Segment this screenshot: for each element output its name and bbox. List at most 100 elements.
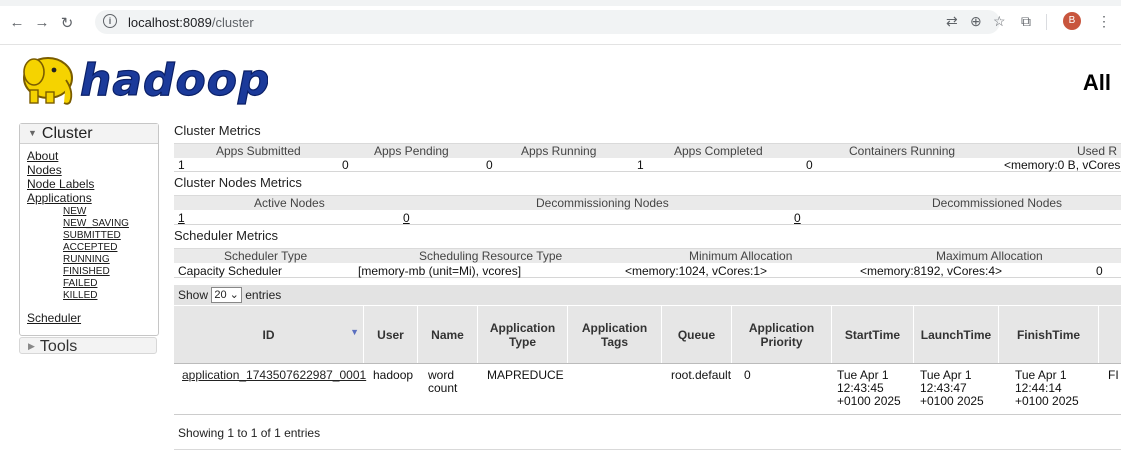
- header-scheduling-resource-type: Scheduling Resource Type: [419, 249, 563, 263]
- application-id-link[interactable]: application_1743507622987_0001: [182, 369, 366, 382]
- page-size-select[interactable]: 20 ⌄: [211, 287, 242, 303]
- value-minimum-allocation: <memory:1024, vCores:1>: [625, 264, 768, 278]
- cluster-metrics-header: Apps Submitted Apps Pending Apps Running…: [174, 143, 1121, 158]
- extensions-icon[interactable]: ⧉: [1021, 13, 1031, 30]
- cell-start-time: Tue Apr 1 12:43:45 +0100 2025: [837, 368, 901, 408]
- reload-icon[interactable]: ↻: [58, 14, 76, 32]
- scheduler-metrics-title: Scheduler Metrics: [174, 228, 279, 243]
- cluster-metrics-title: Cluster Metrics: [174, 123, 261, 138]
- menu-kebab-icon[interactable]: ⋮: [1097, 13, 1111, 30]
- column-header-application-type[interactable]: Application Type: [478, 306, 568, 363]
- sidebar-link-state-failed[interactable]: FAILED: [63, 279, 97, 289]
- bookmark-star-icon[interactable]: ☆: [993, 13, 1006, 30]
- column-header-application-tags[interactable]: Application Tags: [568, 306, 662, 363]
- tab-strip: [0, 0, 1121, 6]
- value-scheduler-type: Capacity Scheduler: [178, 264, 283, 278]
- sidebar-link-state-killed[interactable]: KILLED: [63, 291, 97, 301]
- applications-table-header: ID ▼ User Name Application Type Applicati…: [174, 306, 1121, 364]
- cell-name: word count: [428, 368, 458, 395]
- sidebar-link-nodes[interactable]: Nodes: [27, 164, 62, 176]
- nodes-metrics-header: Active Nodes Decommissioning Nodes Decom…: [174, 195, 1121, 210]
- header-used-resources: Used R: [1077, 144, 1118, 158]
- sort-desc-icon: ▼: [350, 327, 359, 337]
- svg-text:hadoop: hadoop: [80, 55, 268, 106]
- cell-state-partial: FI: [1108, 368, 1119, 382]
- sidebar-link-applications[interactable]: Applications: [27, 192, 92, 204]
- cluster-metrics-row: 1 0 0 1 0 <memory:0 B, vCores: [174, 158, 1121, 172]
- cell-finish-time: Tue Apr 1 12:44:14 +0100 2025: [1015, 368, 1079, 408]
- header-decommissioned-nodes: Decommissioned Nodes: [932, 196, 1063, 210]
- site-info-icon[interactable]: i: [103, 14, 117, 28]
- translate-icon[interactable]: ⇄: [946, 13, 958, 30]
- sidebar-link-node-labels[interactable]: Node Labels: [27, 178, 94, 190]
- cell-user: hadoop: [373, 368, 414, 382]
- value-scheduling-resource-type: [memory-mb (unit=Mi), vcores]: [358, 264, 522, 278]
- cluster-accordion-header[interactable]: ▼ Cluster: [20, 124, 158, 144]
- value-extra: 0: [1096, 264, 1103, 278]
- header-decommissioning-nodes: Decommissioning Nodes: [536, 196, 669, 210]
- sidebar-link-state-new[interactable]: NEW: [63, 207, 86, 217]
- value-used-resources: <memory:0 B, vCores: [1004, 158, 1121, 172]
- sidebar-link-state-submitted[interactable]: SUBMITTED: [63, 231, 121, 241]
- cell-queue: root.default: [671, 368, 732, 382]
- url-text[interactable]: localhost:8089/cluster: [128, 15, 254, 30]
- value-decommissioned-nodes-link[interactable]: 0: [794, 211, 801, 225]
- hadoop-logo[interactable]: hadoop: [18, 50, 270, 108]
- value-decommissioning-nodes-link[interactable]: 0: [403, 211, 410, 225]
- column-header-application-priority[interactable]: Application Priority: [732, 306, 832, 363]
- cell-launch-time: Tue Apr 1 12:43:47 +0100 2025: [920, 368, 984, 408]
- table-bottom-divider: [174, 449, 1121, 450]
- sidebar-link-state-finished[interactable]: FINISHED: [63, 267, 110, 277]
- value-apps-completed: 1: [637, 158, 644, 172]
- cell-priority: 0: [744, 368, 751, 382]
- expanded-triangle-icon: ▼: [28, 128, 37, 138]
- nodes-metrics-row: 1 0 0: [174, 211, 1121, 225]
- value-active-nodes-link[interactable]: 1: [178, 211, 185, 225]
- header-apps-completed: Apps Completed: [674, 144, 763, 158]
- toolbar-divider: [1046, 14, 1047, 30]
- sidebar-link-state-accepted[interactable]: ACCEPTED: [63, 243, 117, 253]
- profile-avatar[interactable]: B: [1063, 12, 1081, 30]
- header-apps-running: Apps Running: [521, 144, 597, 158]
- header-maximum-allocation: Maximum Allocation: [936, 249, 1043, 263]
- column-header-name[interactable]: Name: [418, 306, 478, 363]
- column-header-id[interactable]: ID ▼: [174, 306, 364, 363]
- column-header-finish-time[interactable]: FinishTime: [999, 306, 1099, 363]
- sidebar-link-scheduler[interactable]: Scheduler: [27, 312, 81, 324]
- sidebar-link-state-running[interactable]: RUNNING: [63, 255, 110, 265]
- zoom-icon[interactable]: ⊕: [970, 13, 982, 30]
- table-info-footer: Showing 1 to 1 of 1 entries: [178, 426, 321, 440]
- column-header-launch-time[interactable]: LaunchTime: [914, 306, 999, 363]
- header-apps-pending: Apps Pending: [374, 144, 449, 158]
- sidebar-link-state-new-saving[interactable]: NEW_SAVING: [63, 219, 129, 229]
- value-containers-running: 0: [806, 158, 813, 172]
- collapsed-triangle-icon: ▶: [28, 341, 35, 351]
- value-apps-running: 0: [486, 158, 493, 172]
- sidebar-link-about[interactable]: About: [27, 150, 58, 162]
- value-apps-submitted: 1: [178, 158, 185, 172]
- table-row: application_1743507622987_0001 hadoop wo…: [174, 364, 1121, 415]
- page-title: All: [1082, 70, 1111, 95]
- show-label: Show: [178, 288, 209, 302]
- column-header-queue[interactable]: Queue: [662, 306, 732, 363]
- sidebar-cluster-panel: ▼ Cluster About Nodes Node Labels Applica…: [19, 123, 159, 336]
- tools-accordion-header[interactable]: ▶ Tools: [19, 337, 157, 355]
- header-containers-running: Containers Running: [849, 144, 956, 158]
- header-minimum-allocation: Minimum Allocation: [689, 249, 793, 263]
- forward-icon[interactable]: →: [33, 14, 51, 31]
- scheduler-metrics-row: Capacity Scheduler [memory-mb (unit=Mi),…: [174, 264, 1121, 278]
- browser-toolbar: ← → ↻ i localhost:8089/cluster ⇄ ⊕ ☆ ⧉ B…: [0, 0, 1121, 45]
- cell-application-type: MAPREDUCE: [487, 368, 564, 382]
- show-entries-bar: Show 20 ⌄ entries: [174, 285, 1121, 305]
- header-scheduler-type: Scheduler Type: [224, 249, 308, 263]
- nodes-metrics-title: Cluster Nodes Metrics: [174, 175, 302, 190]
- value-maximum-allocation: <memory:8192, vCores:4>: [860, 264, 1003, 278]
- back-icon[interactable]: ←: [8, 14, 26, 31]
- address-bar[interactable]: i localhost:8089/cluster: [95, 10, 1000, 34]
- scheduler-metrics-header: Scheduler Type Scheduling Resource Type …: [174, 248, 1121, 263]
- header-active-nodes: Active Nodes: [254, 196, 325, 210]
- value-apps-pending: 0: [342, 158, 349, 172]
- header-apps-submitted: Apps Submitted: [216, 144, 301, 158]
- column-header-start-time[interactable]: StartTime: [832, 306, 914, 363]
- column-header-user[interactable]: User: [364, 306, 418, 363]
